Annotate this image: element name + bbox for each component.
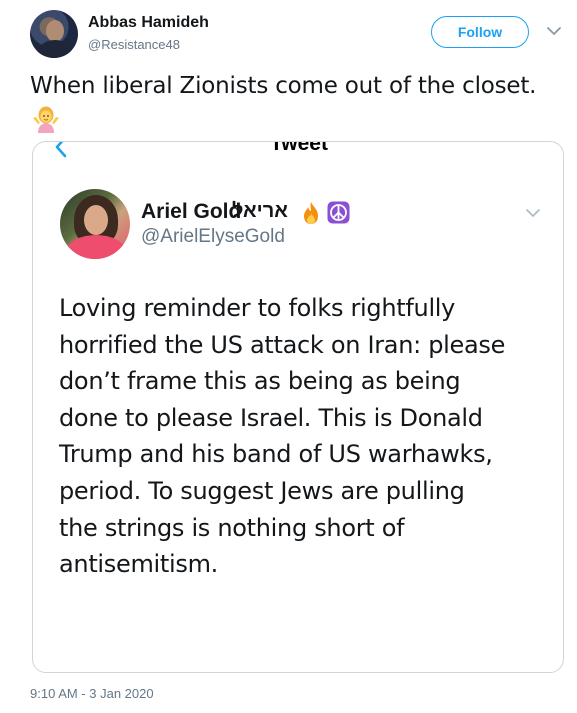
author-handle[interactable]: @Resistance48: [88, 37, 180, 52]
embedded-author-avatar: [60, 189, 130, 259]
embedded-screenshot: Tweet Ariel Gold אריאל @ArielElyseGold L…: [32, 141, 564, 673]
tweet-timestamp[interactable]: 9:10 AM - 3 Jan 2020: [30, 686, 154, 701]
clipped-metadata-line: [59, 666, 419, 673]
embedded-author-handle: @ArielElyseGold: [141, 226, 285, 247]
peace-symbol-icon: [327, 201, 350, 224]
body-line: done to please Israel. This is Donald: [59, 403, 483, 432]
body-line: horrified the US attack on Iran: please: [59, 330, 506, 359]
body-line: Trump and his band of US warhawks,: [59, 440, 493, 469]
follow-button[interactable]: Follow: [431, 16, 529, 48]
tweet-text: When liberal Zionists come out of the cl…: [30, 73, 537, 99]
body-line: Loving reminder to folks rightfully: [59, 294, 456, 322]
chevron-down-icon[interactable]: [545, 22, 563, 40]
embedded-tweet-body: Loving reminder to folks rightfully horr…: [59, 290, 554, 583]
chevron-down-icon: [526, 209, 540, 217]
author-name[interactable]: Abbas Hamideh: [88, 14, 209, 32]
body-line: period. To suggest Jews are pulling: [59, 476, 465, 505]
fire-icon: [304, 202, 318, 224]
author-avatar[interactable]: [30, 10, 78, 58]
body-line: don’t frame this as being as being: [59, 367, 461, 396]
screenshot-title: Tweet: [270, 141, 328, 155]
person-shrugging-icon: [33, 106, 59, 133]
embedded-author-name-hebrew: אריאל: [232, 200, 288, 222]
body-line: antisemitism.: [59, 550, 219, 579]
body-line: the strings is nothing short of: [59, 513, 405, 542]
embedded-author-name: Ariel Gold: [141, 200, 242, 223]
